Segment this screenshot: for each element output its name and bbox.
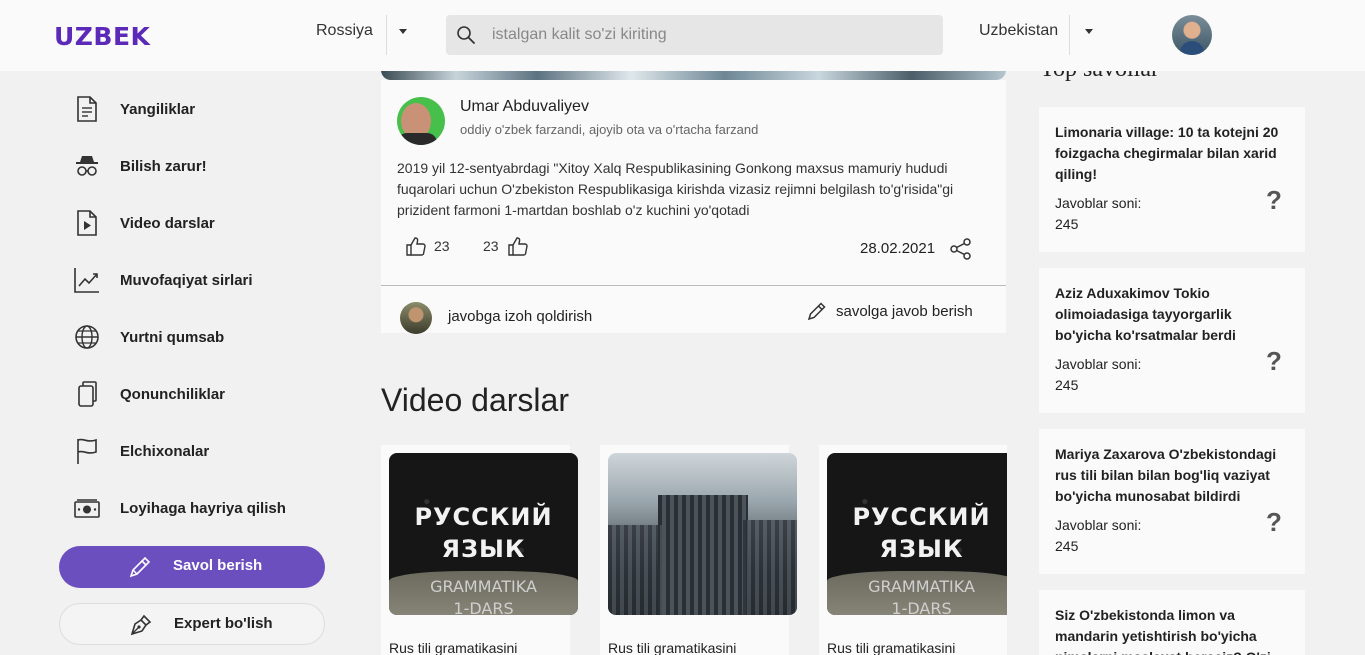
search-icon[interactable] [456, 25, 476, 45]
video-title[interactable]: Rus tili gramatikasini [389, 640, 517, 655]
answers-label: Javoblar soni: [1055, 195, 1142, 211]
question-mark-icon: ? [1266, 185, 1282, 215]
question-card[interactable]: Siz O'zbekistonda limon va mandarin yeti… [1039, 590, 1305, 655]
comment-input[interactable]: javobga izoh qoldirish [448, 308, 592, 325]
sidebar-item-label: Loyihaga hayriya qilish [120, 499, 286, 517]
question-card[interactable]: Limonaria village: 10 ta kotejni 20 foiz… [1039, 107, 1305, 252]
thumbnail-text: 1-DARS [891, 599, 952, 615]
video-card[interactable]: РУССКИЙ ЯЗЫК GRAMMATIKA 1-DARS Rus tili … [381, 445, 578, 655]
sidebar-item-label: Video darslar [120, 214, 215, 232]
top-header: UZBEK Rossiya Uzbekistan [0, 0, 1365, 71]
video-thumbnail[interactable]: РУССКИЙ ЯЗЫК GRAMMATIKA 1-DARS [389, 453, 578, 615]
share-icon[interactable] [949, 237, 973, 261]
sidebar-item-label: Bilish zarur! [120, 157, 207, 175]
country-select[interactable]: Rossiya [316, 22, 373, 40]
avatar [400, 302, 432, 334]
spy-icon [73, 152, 101, 180]
document-icon [73, 95, 101, 123]
sidebar-item-muvofaqiyat-sirlari[interactable]: Muvofaqiyat sirlari [73, 262, 333, 298]
question-text[interactable]: Limonaria village: 10 ta kotejni 20 foiz… [1055, 122, 1281, 185]
thumbnail-text: GRAMMATIKA [430, 577, 537, 596]
ask-question-button[interactable]: Savol berish [59, 546, 325, 588]
answers-count: 245 [1055, 216, 1079, 232]
pencil-icon [129, 556, 151, 578]
search-input[interactable] [492, 15, 932, 55]
question-mark-icon: ? [1266, 346, 1282, 376]
sidebar-item-yurtni-qumsab[interactable]: Yurtni qumsab [73, 319, 333, 355]
thumbnail-text: РУССКИЙ [852, 503, 991, 531]
thumbnail-text: ЯЗЫК [441, 535, 526, 563]
sidebar-item-label: Qonunchiliklar [120, 385, 226, 403]
chevron-down-icon[interactable] [1085, 29, 1093, 34]
question-text[interactable]: Siz O'zbekistonda limon va mandarin yeti… [1055, 605, 1281, 655]
section-title: Video darslar [381, 382, 569, 418]
chart-line-icon [73, 266, 101, 294]
sidebar-item-loyihaga-hayriya[interactable]: Loyihaga hayriya qilish [73, 490, 333, 526]
question-card[interactable]: Aziz Aduxakimov Tokio olimoiadasiga tayy… [1039, 268, 1305, 413]
video-card[interactable]: РУССКИЙ ЯЗЫК GRAMMATIKA 1-DARS Rus tili … [819, 445, 1007, 655]
sidebar-item-label: Muvofaqiyat sirlari [120, 271, 253, 289]
money-icon [73, 494, 101, 522]
question-mark-icon: ? [1266, 507, 1282, 537]
post-author[interactable]: Umar Abduvaliyev [460, 98, 589, 116]
logo[interactable]: UZBEK [54, 22, 150, 51]
author-avatar[interactable] [397, 97, 445, 145]
video-thumbnail[interactable]: РУССКИЙ ЯЗЫК GRAMMATIKA 1-DARS [827, 453, 1007, 615]
author-bio: oddiy o'zbek farzandi, ajoyib ota va o'r… [460, 122, 759, 137]
answers-count: 245 [1055, 538, 1079, 554]
search-bar [446, 15, 943, 55]
video-title[interactable]: Rus tili gramatikasini [827, 640, 955, 655]
sidebar-item-label: Yurtni qumsab [120, 328, 225, 346]
question-text[interactable]: Aziz Aduxakimov Tokio olimoiadasiga tayy… [1055, 283, 1281, 346]
flag-icon [73, 437, 101, 465]
like-count: 23 [434, 238, 450, 254]
answer-question-button[interactable]: savolga javob berish [806, 300, 973, 322]
like-count: 23 [483, 238, 499, 254]
thumbnail-text: РУССКИЙ [414, 503, 553, 531]
thumbs-up-icon [406, 237, 426, 256]
post-card: Umar Abduvaliyev oddiy o'zbek farzandi, … [381, 80, 1006, 285]
thumbnail-text: 1-DARS [453, 599, 514, 615]
ask-question-label: Savol berish [173, 557, 263, 574]
become-expert-button[interactable]: Expert bo'lish [59, 603, 325, 645]
sidebar-item-label: Elchixonalar [120, 442, 210, 460]
chevron-down-icon[interactable] [399, 29, 407, 34]
answers-label: Javoblar soni: [1055, 356, 1142, 372]
answers-count: 245 [1055, 377, 1079, 393]
question-card[interactable]: Mariya Zaxarova O'zbekistondagi rus tili… [1039, 429, 1305, 574]
pencil-icon [807, 302, 826, 321]
thumbs-up-icon [507, 237, 528, 256]
sidebar-item-yangiliklar[interactable]: Yangiliklar [73, 91, 333, 127]
post-date: 28.02.2021 [860, 240, 936, 257]
sidebar-item-bilish-zarur[interactable]: Bilish zarur! [73, 148, 333, 184]
video-thumbnail[interactable] [608, 453, 797, 615]
video-file-icon [73, 209, 101, 237]
globe-icon [73, 323, 101, 351]
answer-question-label: savolga javob berish [836, 302, 973, 320]
post-text: 2019 yil 12-sentyabrdagi "Xitoy Xalq Res… [397, 160, 954, 218]
sidebar-item-qonunchiliklar[interactable]: Qonunchiliklar [73, 376, 333, 412]
question-text[interactable]: Mariya Zaxarova O'zbekistondagi rus tili… [1055, 444, 1281, 507]
post-footer: javobga izoh qoldirish savolga javob ber… [381, 285, 1006, 334]
become-expert-label: Expert bo'lish [174, 615, 273, 632]
like-button-secondary[interactable]: 23 [483, 235, 529, 257]
sidebar-item-elchixonalar[interactable]: Elchixonalar [73, 433, 333, 469]
like-button[interactable]: 23 [405, 235, 450, 257]
divider [386, 15, 387, 55]
divider [1069, 15, 1070, 55]
video-list: РУССКИЙ ЯЗЫК GRAMMATIKA 1-DARS Rus tili … [381, 445, 1007, 655]
answers-label: Javoblar soni: [1055, 517, 1142, 533]
video-card[interactable]: Rus tili gramatikasini [600, 445, 797, 655]
sidebar-item-video-darslar[interactable]: Video darslar [73, 205, 333, 241]
language-select[interactable]: Uzbekistan [979, 22, 1058, 40]
copy-icon [73, 380, 101, 408]
thumbnail-text: ЯЗЫК [879, 535, 964, 563]
video-title[interactable]: Rus tili gramatikasini [608, 640, 736, 655]
user-avatar[interactable] [1172, 15, 1212, 55]
pen-nib-icon [130, 614, 152, 636]
sidebar-item-label: Yangiliklar [120, 100, 196, 118]
thumbnail-text: GRAMMATIKA [868, 577, 975, 596]
